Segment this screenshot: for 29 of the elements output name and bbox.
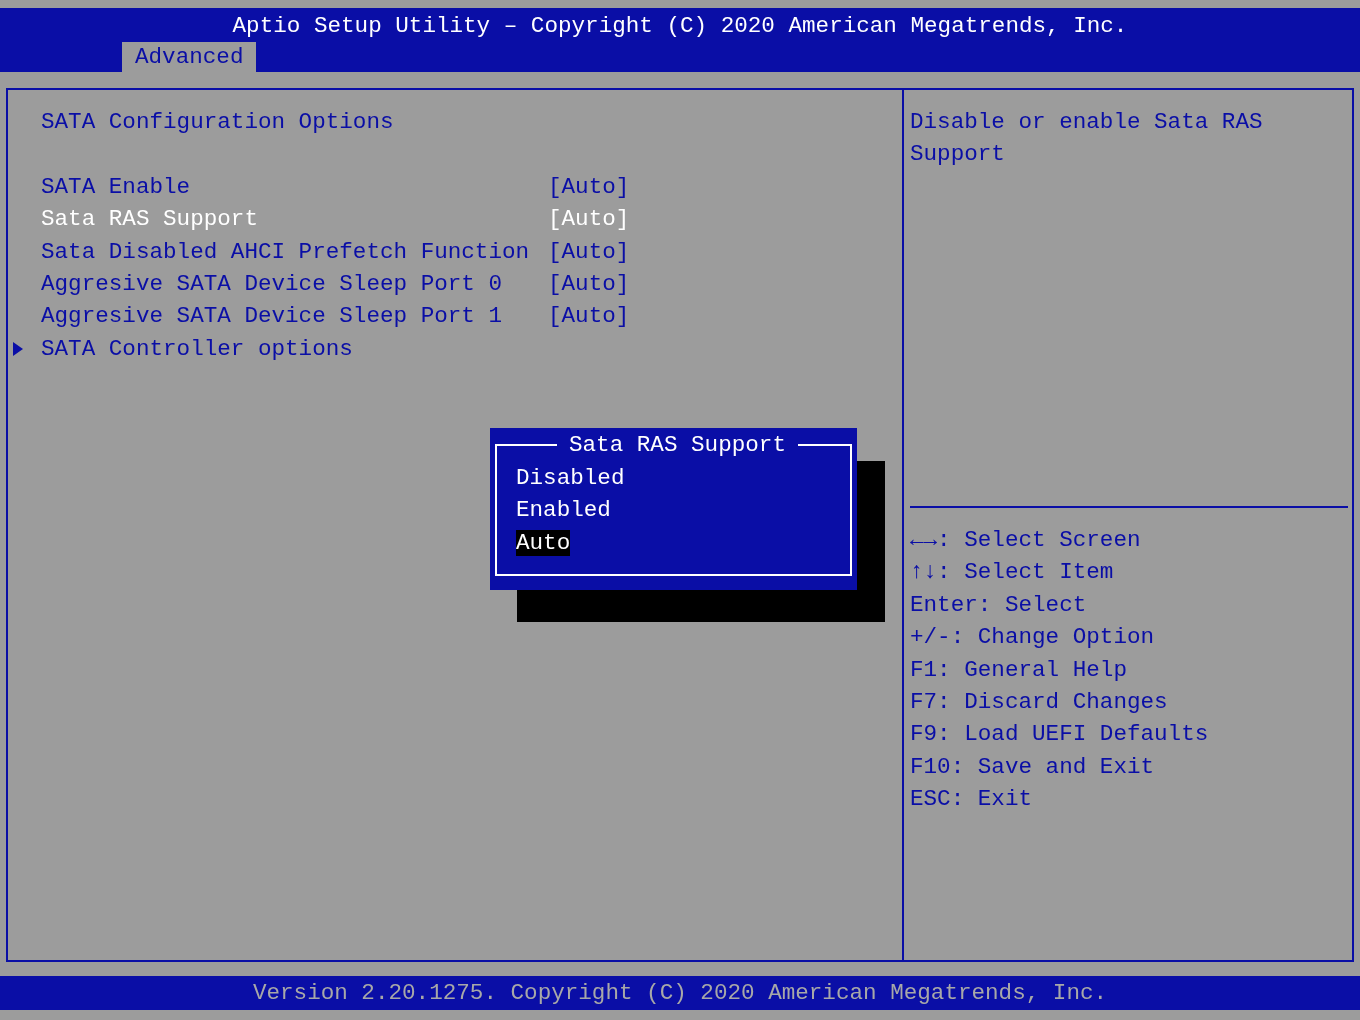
window-title: Aptio Setup Utility – Copyright (C) 2020 American Megatrends, Inc. bbox=[231, 12, 1129, 41]
key-hint: F9: Load UEFI Defaults bbox=[910, 720, 1210, 750]
setting-label[interactable]: Aggresive SATA Device Sleep Port 0 bbox=[41, 268, 548, 301]
setting-value[interactable]: [Auto] bbox=[548, 235, 630, 268]
setting-label[interactable]: Aggresive SATA Device Sleep Port 1 bbox=[41, 300, 548, 333]
setting-label[interactable]: SATA Enable bbox=[41, 170, 548, 204]
key-hint: ←→: Select Screen bbox=[910, 526, 1142, 555]
key-hint: +/-: Change Option bbox=[910, 623, 1156, 653]
submenu-arrow-icon bbox=[13, 341, 23, 356]
setting-value[interactable]: [Auto] bbox=[548, 300, 630, 333]
popup-option[interactable]: Enabled bbox=[516, 497, 611, 524]
setting-label[interactable]: Sata Disabled AHCI Prefetch Function bbox=[41, 235, 548, 268]
key-hint: F1: General Help bbox=[910, 655, 1128, 685]
version-text: Version 2.20.1275. Copyright (C) 2020 American Megatrends, Inc. bbox=[252, 980, 1108, 1006]
key-hint: F7: Discard Changes bbox=[910, 688, 1169, 718]
setting-label[interactable]: SATA Controller options bbox=[41, 332, 548, 366]
key-hint: Enter: Select bbox=[910, 590, 1088, 620]
key-hint: F10: Save and Exit bbox=[910, 752, 1156, 782]
popup-option[interactable]: Disabled bbox=[516, 465, 625, 491]
setting-value[interactable]: [Auto] bbox=[548, 268, 630, 301]
key-hint: ESC: Exit bbox=[910, 785, 1034, 815]
menu-tab[interactable]: Advanced bbox=[122, 42, 257, 72]
section-heading: SATA Configuration Options bbox=[41, 108, 395, 137]
setting-value[interactable]: [Auto] bbox=[548, 170, 630, 204]
setting-value[interactable]: [Auto] bbox=[548, 203, 630, 236]
key-hint: ↑↓: Select Item bbox=[910, 558, 1115, 588]
setting-label[interactable]: Sata RAS Support bbox=[41, 203, 548, 236]
popup-option[interactable]: Auto bbox=[516, 529, 571, 556]
help-text: Disable or enable Sata RAS Support bbox=[910, 108, 1264, 170]
